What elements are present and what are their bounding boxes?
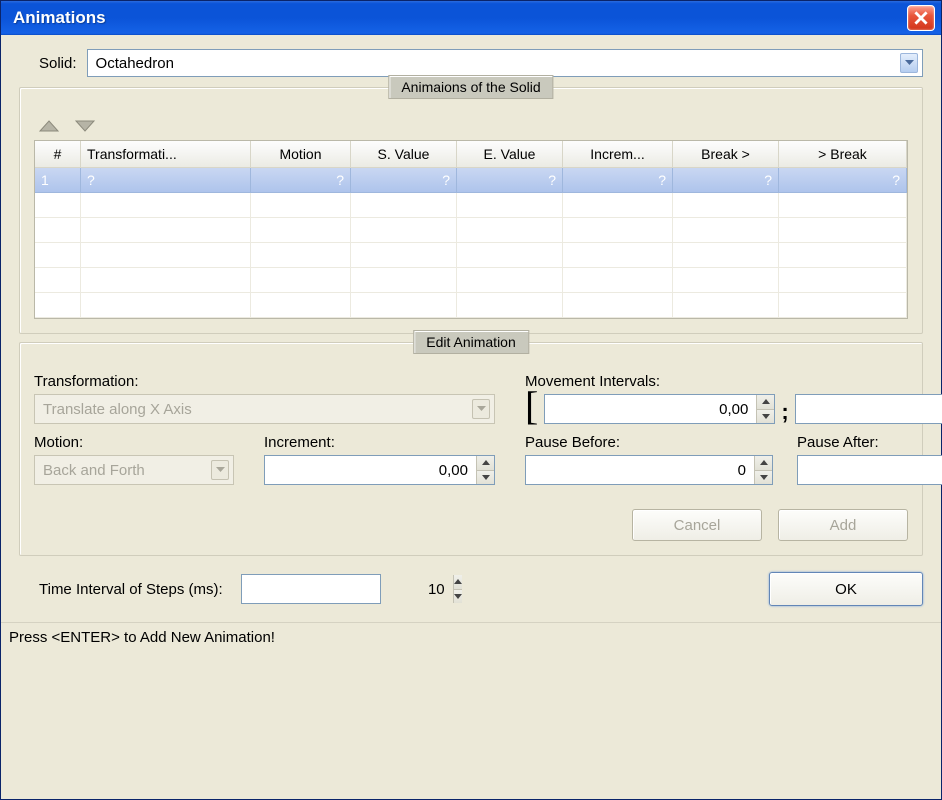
animations-table[interactable]: # Transformati... Motion S. Value E. Val…: [34, 140, 908, 319]
triangle-up-icon: [39, 120, 59, 132]
ok-button[interactable]: OK: [769, 572, 923, 606]
pause-after-input[interactable]: [798, 456, 942, 484]
increment-input[interactable]: [265, 456, 476, 484]
movement-label: Movement Intervals:: [525, 373, 942, 390]
close-icon: [914, 11, 928, 25]
motion-combo[interactable]: Back and Forth: [34, 455, 234, 485]
increment-spinner[interactable]: [264, 455, 495, 485]
spin-down-icon[interactable]: [756, 410, 774, 424]
chevron-down-icon: [211, 460, 229, 480]
close-button[interactable]: [907, 5, 935, 31]
window-title: Animations: [13, 8, 106, 28]
col-num: #: [35, 141, 81, 168]
solid-combo[interactable]: Octahedron: [87, 49, 923, 77]
col-eval: E. Value: [457, 141, 563, 168]
spin-up-icon[interactable]: [756, 395, 774, 410]
pause-after-label: Pause After:: [797, 434, 942, 451]
chevron-down-icon: [472, 399, 490, 419]
table-row[interactable]: 1 ? ? ? ? ? ? ?: [35, 168, 907, 193]
spin-up-icon[interactable]: [453, 575, 462, 590]
triangle-down-icon: [75, 120, 95, 132]
movement-to-input[interactable]: [796, 395, 942, 423]
separator-icon: ;: [781, 399, 788, 425]
table-row: .: [35, 293, 907, 318]
table-row: .: [35, 193, 907, 218]
transformation-label: Transformation:: [34, 373, 495, 390]
pause-before-spinner[interactable]: [525, 455, 773, 485]
spin-up-icon[interactable]: [476, 456, 494, 471]
pause-before-input[interactable]: [526, 456, 754, 484]
bracket-left-icon: [: [525, 392, 538, 420]
col-trans: Transformati...: [81, 141, 251, 168]
table-header: # Transformati... Motion S. Value E. Val…: [35, 141, 907, 168]
movement-from-spinner[interactable]: [544, 394, 775, 424]
table-row: .: [35, 218, 907, 243]
col-br2: > Break: [779, 141, 907, 168]
col-br1: Break >: [673, 141, 779, 168]
movement-to-spinner[interactable]: [795, 394, 942, 424]
movement-from-input[interactable]: [545, 395, 756, 423]
table-row: .: [35, 243, 907, 268]
edit-group-title: Edit Animation: [413, 330, 529, 354]
spin-down-icon[interactable]: [754, 471, 772, 485]
spin-up-icon[interactable]: [754, 456, 772, 471]
timestep-label: Time Interval of Steps (ms):: [39, 581, 223, 598]
move-down-button[interactable]: [74, 118, 96, 134]
status-bar: Press <ENTER> to Add New Animation!: [1, 622, 941, 650]
titlebar: Animations: [1, 1, 941, 35]
motion-label: Motion:: [34, 434, 234, 451]
add-button[interactable]: Add: [778, 509, 908, 541]
solid-label: Solid:: [39, 55, 77, 72]
move-up-button[interactable]: [38, 118, 60, 134]
cancel-button[interactable]: Cancel: [632, 509, 762, 541]
table-row: .: [35, 268, 907, 293]
col-incr: Increm...: [563, 141, 673, 168]
animations-group-title: Animaions of the Solid: [388, 75, 553, 99]
spin-down-icon[interactable]: [453, 590, 462, 604]
col-sval: S. Value: [351, 141, 457, 168]
col-motion: Motion: [251, 141, 351, 168]
chevron-down-icon: [900, 53, 918, 73]
edit-animation-group: Edit Animation Transformation: Translate…: [19, 342, 923, 556]
pause-before-label: Pause Before:: [525, 434, 773, 451]
animations-group: Animaions of the Solid # Transformati...…: [19, 87, 923, 334]
spin-down-icon[interactable]: [476, 471, 494, 485]
timestep-input[interactable]: [242, 575, 453, 603]
pause-after-spinner[interactable]: [797, 455, 942, 485]
solid-value: Octahedron: [96, 55, 174, 72]
increment-label: Increment:: [264, 434, 495, 451]
transformation-combo[interactable]: Translate along X Axis: [34, 394, 495, 424]
timestep-spinner[interactable]: [241, 574, 381, 604]
